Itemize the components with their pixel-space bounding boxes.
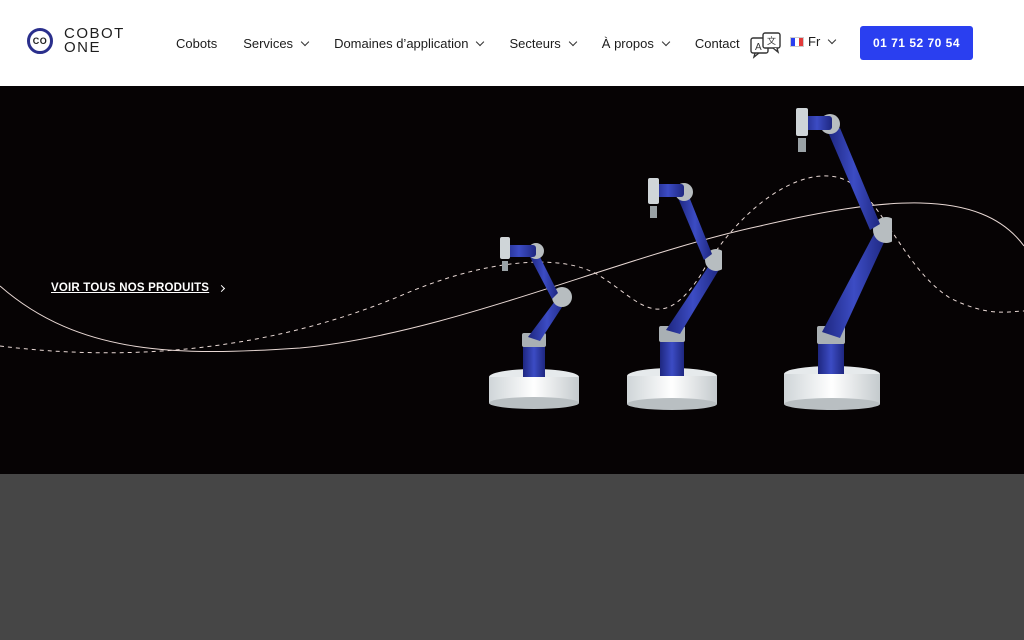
view-all-products-link[interactable]: VOIR TOUS NOS PRODUITS bbox=[51, 282, 226, 294]
main-nav: Cobots Services Domaines d’application S… bbox=[176, 0, 766, 86]
nav-label: Domaines d’application bbox=[334, 35, 469, 51]
language-selector[interactable]: Fr bbox=[790, 34, 837, 49]
lower-section bbox=[0, 474, 1024, 640]
svg-text:文: 文 bbox=[767, 35, 776, 47]
chevron-down-icon bbox=[476, 37, 485, 46]
language-label: Fr bbox=[808, 34, 821, 49]
logo-mark: CO bbox=[27, 28, 53, 54]
logo-line-2: ONE bbox=[64, 39, 102, 56]
logo-mark-text: CO bbox=[32, 36, 48, 46]
cobot-arm-small bbox=[489, 237, 579, 409]
cobot-arm-large bbox=[784, 108, 892, 410]
nav-item-contact[interactable]: Contact bbox=[695, 36, 740, 51]
nav-item-cobots[interactable]: Cobots bbox=[176, 36, 217, 51]
nav-label: Contact bbox=[694, 35, 740, 51]
french-flag-icon bbox=[790, 36, 804, 47]
logo-wordmark: COBOT ONE bbox=[64, 26, 125, 56]
chevron-down-icon bbox=[828, 35, 837, 45]
logo[interactable]: CO COBOT ONE bbox=[27, 26, 149, 58]
svg-text:A: A bbox=[755, 42, 762, 53]
cta-label: VOIR TOUS NOS PRODUITS bbox=[51, 282, 210, 294]
nav-label: Secteurs bbox=[509, 35, 561, 51]
nav-label: Cobots bbox=[176, 35, 218, 51]
nav-item-secteurs[interactable]: Secteurs bbox=[509, 35, 578, 51]
translate-icon[interactable]: A 文 bbox=[750, 31, 782, 59]
site-header: CO COBOT ONE Cobots Services Domaines d’… bbox=[0, 0, 1024, 86]
nav-item-services[interactable]: Services bbox=[243, 35, 310, 51]
nav-label: Services bbox=[243, 35, 294, 51]
nav-item-domaines[interactable]: Domaines d’application bbox=[334, 35, 485, 51]
phone-button[interactable]: 01 71 52 70 54 bbox=[860, 26, 973, 60]
hero-banner: VOIR TOUS NOS PRODUITS bbox=[0, 86, 1024, 474]
nav-label: À propos bbox=[601, 35, 654, 51]
chevron-down-icon bbox=[300, 37, 310, 46]
chevron-right-icon bbox=[218, 284, 226, 292]
cobot-arm-medium bbox=[627, 178, 722, 410]
nav-item-a-propos[interactable]: À propos bbox=[601, 35, 671, 51]
chevron-down-icon bbox=[568, 37, 578, 46]
chevron-down-icon bbox=[661, 37, 671, 46]
